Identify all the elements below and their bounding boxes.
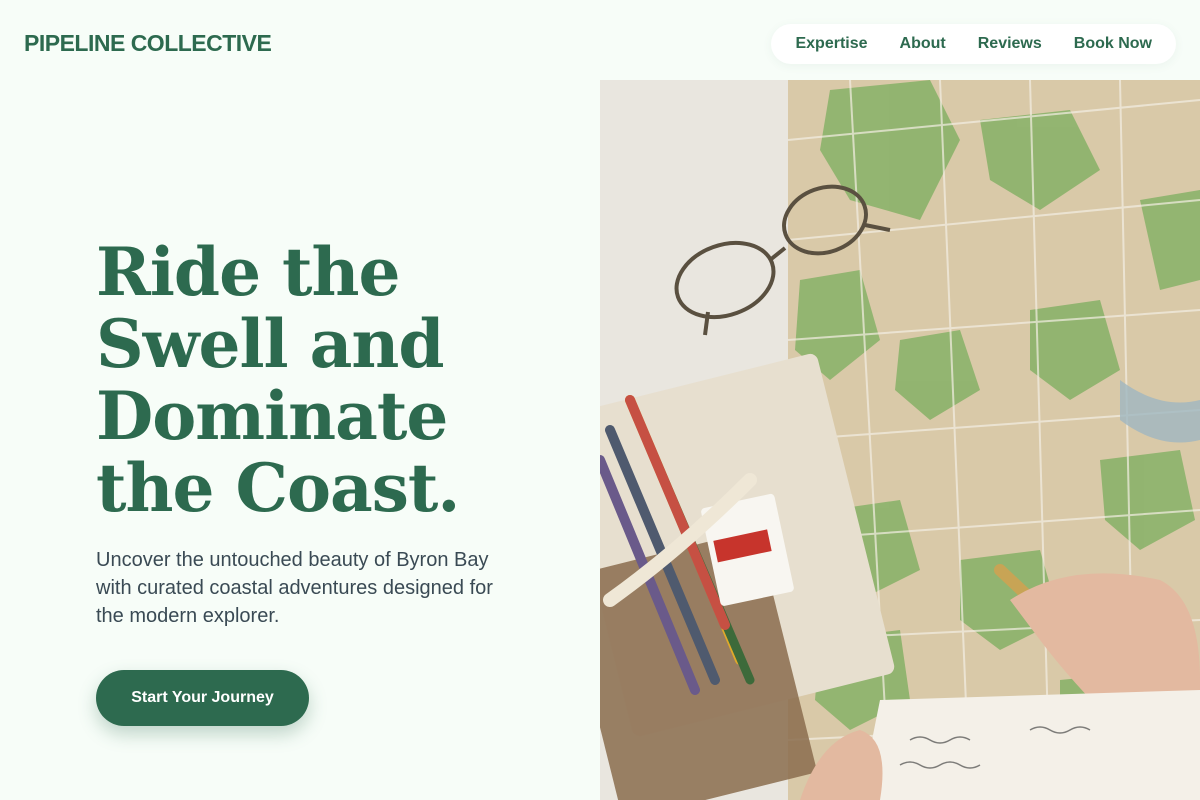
travel-map-photo [600, 80, 1200, 800]
hero-subtitle: Uncover the untouched beauty of Byron Ba… [96, 549, 493, 627]
brand-logo[interactable]: PIPELINE COLLECTIVE [24, 30, 272, 57]
nav-link-expertise[interactable]: Expertise [779, 24, 883, 64]
main-nav: Expertise About Reviews Book Now [771, 24, 1176, 64]
nav-link-book-now[interactable]: Book Now [1058, 24, 1168, 64]
nav-link-reviews[interactable]: Reviews [962, 24, 1058, 64]
hero-title: Ride the Swell and Dominate the Coast. [96, 233, 460, 527]
nav-link-about[interactable]: About [884, 24, 962, 64]
start-journey-button[interactable]: Start Your Journey [96, 670, 309, 726]
hero-image [600, 80, 1200, 800]
